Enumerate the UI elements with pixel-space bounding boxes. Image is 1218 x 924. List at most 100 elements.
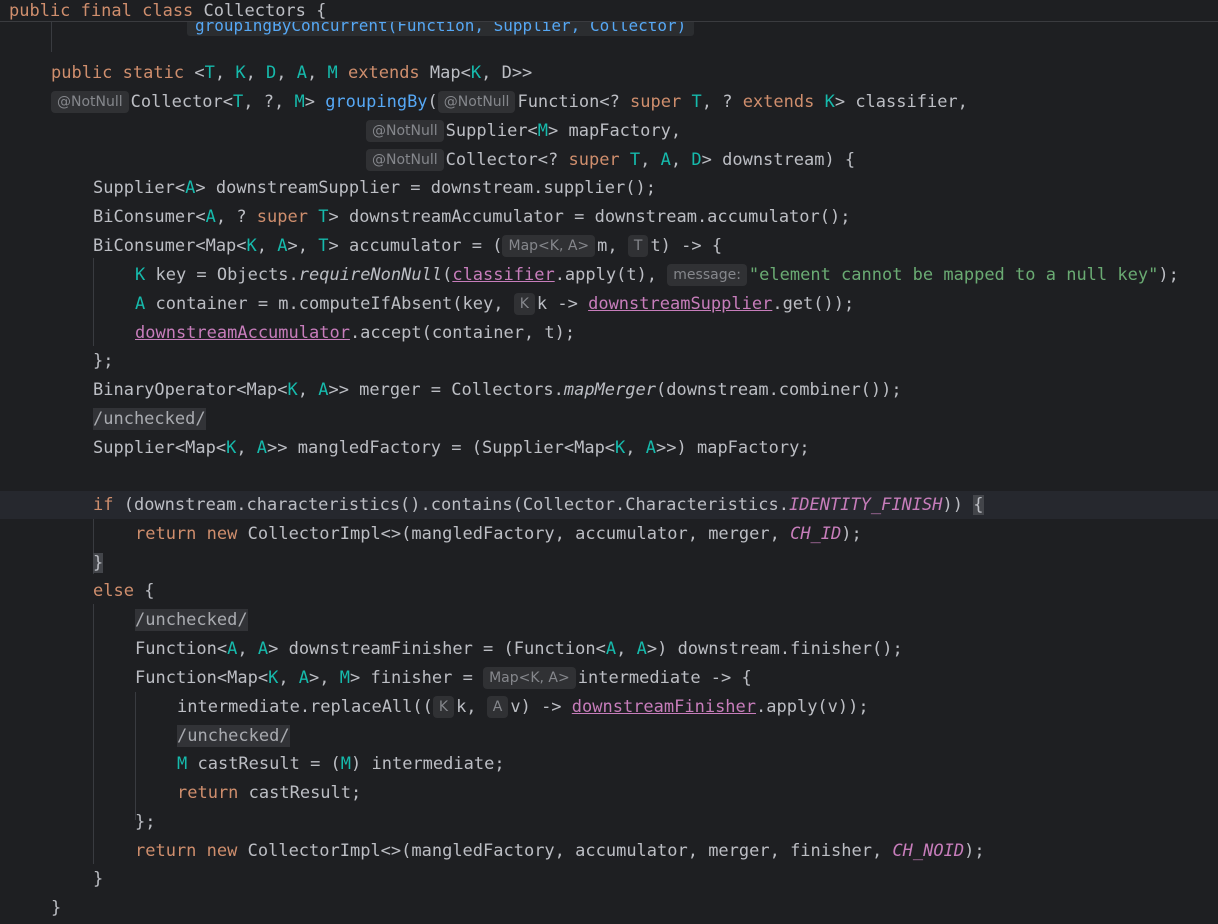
code-line[interactable]: BinaryOperator<Map<K, A>> merger = Colle… (93, 376, 902, 404)
code-text: { (133, 581, 155, 601)
type-param: T (318, 236, 329, 256)
type-param: A (185, 178, 196, 198)
method-name: groupingBy (325, 92, 428, 112)
inlay-hint[interactable]: message: (667, 264, 747, 286)
type-param: T (204, 63, 215, 83)
method-name: requireNonNull (298, 265, 443, 285)
code-text: , (307, 63, 328, 83)
type-param: K (287, 380, 298, 400)
code-line[interactable]: }; (135, 808, 155, 836)
code-line[interactable]: /unchecked/ (93, 405, 206, 433)
code-line[interactable]: }; (93, 347, 113, 375)
code-line[interactable]: @NotNull Collector<T, ?, M> groupingBy(@N… (51, 88, 968, 116)
code-line[interactable]: K key = Objects.requireNonNull(classifie… (135, 261, 1179, 289)
type-param: A (277, 236, 288, 256)
keyword: final (80, 1, 132, 21)
folded-comment[interactable]: /unchecked/ (135, 609, 248, 631)
string-literal: "element cannot be mapped to a null key" (748, 265, 1159, 285)
code-text: Function< (135, 639, 228, 659)
code-text: Supplier< (445, 121, 538, 141)
type-param: A (296, 63, 308, 83)
type-param: M (339, 668, 351, 688)
code-text: , (276, 63, 297, 83)
code-line[interactable]: else { (93, 577, 154, 605)
code-text: < (184, 63, 205, 83)
folded-comment[interactable]: /unchecked/ (177, 725, 290, 747)
type-param: A (256, 438, 268, 458)
inlay-hint[interactable]: @NotNull (366, 120, 444, 142)
code-text: , ? (215, 207, 257, 227)
code-line[interactable]: Supplier<A> downstreamSupplier = downstr… (93, 174, 656, 202)
inlay-hint[interactable]: T (627, 235, 649, 257)
inlay-hint[interactable]: @NotNull (437, 91, 516, 113)
inlay-hint[interactable]: Map<K, A> (502, 235, 596, 257)
code-line[interactable]: return castResult; (177, 779, 361, 807)
folded-comment[interactable]: /unchecked/ (93, 408, 206, 430)
code-text: ); (1158, 265, 1179, 285)
type-param: A (636, 639, 647, 659)
inlay-hint[interactable]: @NotNull (366, 149, 444, 171)
code-line[interactable]: @NotNull Collector<? super T, A, D> downs… (366, 146, 855, 174)
code-text: Map< (419, 63, 471, 83)
current-line-highlight[interactable]: if (downstream.characteristics().contain… (0, 491, 1218, 519)
code-line[interactable]: /unchecked/ (177, 722, 290, 750)
code-text: > downstreamSupplier = downstream.suppli… (195, 178, 656, 198)
type-param: K (824, 92, 835, 112)
code-text: , (640, 150, 661, 170)
code-text: ( (427, 92, 438, 112)
inlay-hint[interactable]: A (486, 696, 509, 718)
code-text: .apply(t), (554, 265, 668, 285)
code-text: >, (309, 668, 340, 688)
inlay-hint[interactable]: @NotNull (51, 91, 129, 113)
type-param: K (226, 438, 237, 458)
code-line[interactable]: A container = m.computeIfAbsent(key, Kk … (135, 290, 854, 318)
code-text: castResult; (238, 783, 362, 803)
keyword: extends (742, 92, 815, 112)
code-line[interactable]: @NotNull Supplier<M> mapFactory, (366, 117, 681, 145)
code-line[interactable]: } (51, 894, 61, 922)
type-param: M (340, 754, 352, 774)
indent-guide (93, 604, 94, 864)
code-line[interactable]: BiConsumer<Map<K, A>, T> accumulator = (… (93, 232, 722, 260)
code-text: BinaryOperator<Map< (93, 380, 288, 400)
code-line[interactable]: downstreamAccumulator.accept(container, … (135, 319, 575, 347)
code-text: v) -> (510, 697, 572, 717)
type-param: K (235, 63, 246, 83)
inlay-hint[interactable]: K (432, 696, 455, 718)
code-text: , (297, 380, 319, 400)
code-text: )) (942, 495, 974, 515)
code-text: BiConsumer< (93, 207, 206, 227)
code-line[interactable]: /unchecked/ (135, 606, 248, 634)
code-text: , (616, 639, 637, 659)
inlay-hint[interactable]: Map<K, A> (483, 667, 576, 689)
captured-variable: classifier (452, 265, 555, 285)
type-param: T (318, 207, 329, 227)
inlay-hint[interactable]: K (513, 293, 535, 315)
type-param: A (660, 150, 671, 170)
code-line[interactable]: } (93, 549, 104, 577)
keyword: if (93, 495, 114, 515)
code-line[interactable]: return new CollectorImpl<>(mangledFactor… (135, 520, 862, 548)
code-text: castResult = ( (187, 754, 341, 774)
code-line[interactable]: public static <T, K, D, A, M extends Map… (51, 59, 532, 87)
code-text: ); (841, 524, 862, 544)
code-text: }; (93, 351, 114, 371)
code-text: Function<? (517, 92, 631, 112)
class-name: Collectors (203, 1, 306, 21)
sticky-class-header[interactable]: public final class Collectors { (0, 0, 1218, 22)
code-line[interactable]: return new CollectorImpl<>(mangledFactor… (135, 837, 985, 865)
code-line[interactable]: BiConsumer<A, ? super T> downstreamAccum… (93, 203, 850, 231)
code-line[interactable]: } (93, 865, 103, 893)
type-param: K (135, 265, 146, 285)
code-text: intermediate.replaceAll(( (177, 697, 433, 717)
type-param: A (205, 207, 216, 227)
code-editor[interactable]: public final class Collectors { grouping… (0, 0, 1218, 924)
code-text: , (236, 438, 257, 458)
type-param: K (246, 236, 257, 256)
code-line[interactable]: Function<Map<K, A>, M> finisher = Map<K,… (135, 664, 752, 692)
code-line[interactable]: M castResult = (M) intermediate; (177, 750, 505, 778)
code-line[interactable]: Function<A, A> downstreamFinisher = (Fun… (135, 635, 903, 663)
keyword: public (51, 63, 113, 83)
code-line[interactable]: Supplier<Map<K, A>> mangledFactory = (Su… (93, 434, 810, 462)
code-line[interactable]: intermediate.replaceAll((Kk, Av) -> down… (177, 693, 869, 721)
